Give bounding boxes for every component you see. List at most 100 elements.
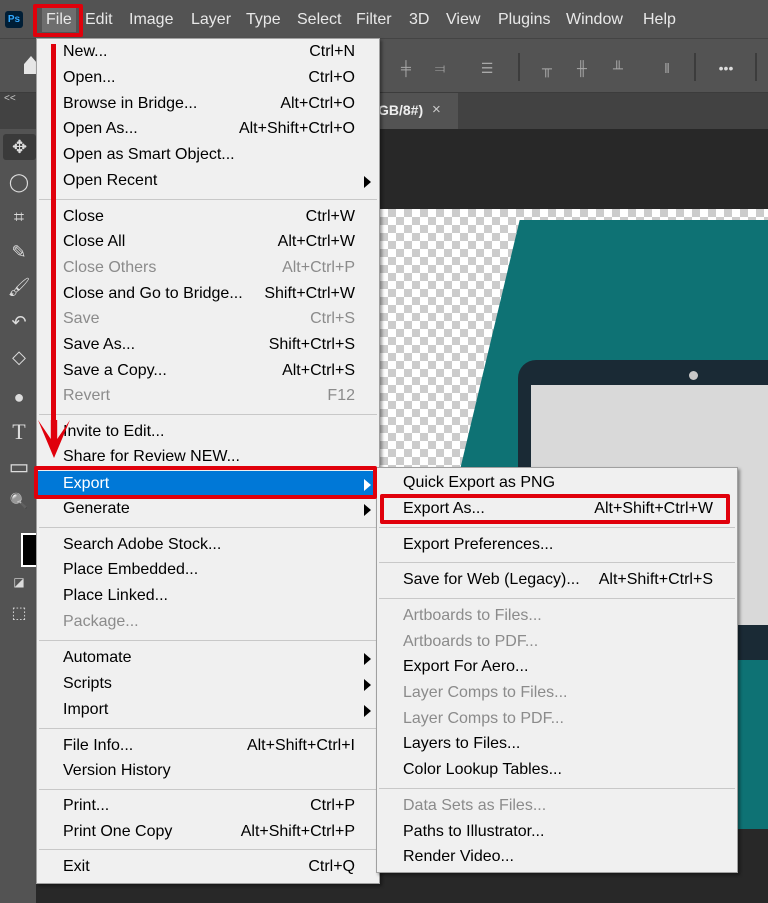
dodge-tool-icon[interactable]: ● bbox=[6, 384, 32, 410]
more-options-icon[interactable]: ••• bbox=[713, 59, 739, 77]
submenu-arrow-icon bbox=[364, 653, 371, 665]
align-middle-icon[interactable]: ╫ bbox=[573, 59, 591, 77]
menu-item-export[interactable]: Export bbox=[37, 471, 379, 497]
menu-item-generate[interactable]: Generate bbox=[37, 496, 379, 522]
file-menu: New... Ctrl+N Open... Ctrl+O Browse in Bri… bbox=[36, 38, 380, 884]
menu-separator bbox=[379, 562, 735, 563]
menu-separator bbox=[379, 527, 735, 528]
menu-item-export-for-aero[interactable]: Export For Aero... bbox=[377, 654, 737, 680]
menu-item-label: Export Preferences... bbox=[403, 536, 554, 553]
menu-item-label: Browse in Bridge... bbox=[63, 95, 198, 112]
menu-item-label: Artboards to PDF... bbox=[403, 633, 539, 650]
menu-item-file-info[interactable]: File Info... Alt+Shift+Ctrl+I bbox=[37, 733, 379, 759]
menu-item-place-linked[interactable]: Place Linked... bbox=[37, 583, 379, 609]
menu-edit[interactable]: Edit bbox=[81, 8, 117, 32]
menu-item-render-video[interactable]: Render Video... bbox=[377, 844, 737, 870]
menu-item-print-one-copy[interactable]: Print One Copy Alt+Shift+Ctrl+P bbox=[37, 819, 379, 845]
rectangle-tool-icon[interactable]: ▭ bbox=[6, 454, 32, 480]
foreground-color-swatch[interactable] bbox=[21, 533, 37, 567]
menu-item-close[interactable]: Close Ctrl+W bbox=[37, 204, 379, 230]
menu-item-close-and-go-to-bridge[interactable]: Close and Go to Bridge... Shift+Ctrl+W bbox=[37, 281, 379, 307]
submenu-arrow-icon bbox=[364, 479, 371, 491]
align-vertical-center-icon[interactable]: ╪ bbox=[397, 59, 415, 77]
menu-3d[interactable]: 3D bbox=[405, 8, 433, 32]
menu-image[interactable]: Image bbox=[125, 8, 177, 32]
eyedropper-tool-icon[interactable]: ✎ bbox=[6, 239, 32, 265]
menu-item-export-preferences[interactable]: Export Preferences... bbox=[377, 532, 737, 558]
align-top-icon[interactable]: ╥ bbox=[538, 59, 556, 77]
menu-type[interactable]: Type bbox=[242, 8, 285, 32]
menu-item-layers-to-files[interactable]: Layers to Files... bbox=[377, 731, 737, 757]
paint-bucket-tool-icon[interactable]: ◇ bbox=[6, 344, 32, 370]
move-tool-icon[interactable]: ✥ bbox=[3, 134, 36, 160]
submenu-arrow-icon bbox=[364, 504, 371, 516]
distribute-vertical-icon[interactable]: ‖ bbox=[658, 59, 676, 77]
menu-item-exit[interactable]: Exit Ctrl+Q bbox=[37, 854, 379, 880]
options-divider bbox=[755, 53, 757, 81]
zoom-tool-icon[interactable]: 🔍 bbox=[6, 489, 32, 515]
menu-item-label: Place Embedded... bbox=[63, 561, 199, 578]
align-bottom-icon[interactable]: ╨ bbox=[609, 59, 627, 77]
photoshop-logo: Ps bbox=[5, 11, 23, 28]
menu-item-paths-to-illustrator[interactable]: Paths to Illustrator... bbox=[377, 819, 737, 845]
menu-item-label: Share for Review NEW... bbox=[63, 448, 240, 465]
menu-item-label: Save bbox=[63, 310, 100, 327]
shortcut-label: Shift+Ctrl+W bbox=[264, 285, 355, 302]
distribute-horizontal-icon[interactable]: ☰ bbox=[478, 59, 496, 77]
menu-filter[interactable]: Filter bbox=[352, 8, 396, 32]
menu-item-close-others: Close Others Alt+Ctrl+P bbox=[37, 255, 379, 281]
quick-mask-icon[interactable]: ⬚ bbox=[6, 601, 32, 627]
menu-item-save-a-copy[interactable]: Save a Copy... Alt+Ctrl+S bbox=[37, 358, 379, 384]
shortcut-label: Alt+Ctrl+P bbox=[282, 259, 355, 276]
annotation-arrow-line bbox=[51, 44, 56, 436]
export-submenu: Quick Export as PNG Export As... Alt+Shif… bbox=[376, 467, 738, 873]
menu-item-close-all[interactable]: Close All Alt+Ctrl+W bbox=[37, 229, 379, 255]
menu-help[interactable]: Help bbox=[639, 8, 680, 32]
menu-item-scripts[interactable]: Scripts bbox=[37, 671, 379, 697]
menu-item-label: Save As... bbox=[63, 336, 136, 353]
menu-view[interactable]: View bbox=[442, 8, 484, 32]
menu-item-label: Search Adobe Stock... bbox=[63, 536, 222, 553]
menu-item-open-recent[interactable]: Open Recent bbox=[37, 168, 379, 194]
menu-bar: Ps File Edit Image Layer Type Select Fil… bbox=[0, 0, 768, 38]
menu-item-label: Place Linked... bbox=[63, 587, 168, 604]
menu-item-package: Package... bbox=[37, 609, 379, 635]
menu-item-import[interactable]: Import bbox=[37, 697, 379, 723]
menu-file[interactable]: File bbox=[42, 8, 76, 32]
menu-item-version-history[interactable]: Version History bbox=[37, 758, 379, 784]
menu-item-open[interactable]: Open... Ctrl+O bbox=[37, 65, 379, 91]
menu-item-save-for-web[interactable]: Save for Web (Legacy)... Alt+Shift+Ctrl+S bbox=[377, 567, 737, 593]
menu-item-print[interactable]: Print... Ctrl+P bbox=[37, 793, 379, 819]
document-tab[interactable]: GB/8#) × bbox=[370, 93, 458, 129]
lasso-tool-icon[interactable]: ◯ bbox=[6, 169, 32, 195]
menu-item-label: Save for Web (Legacy)... bbox=[403, 571, 580, 588]
crop-tool-icon[interactable]: ⌗ bbox=[6, 204, 32, 230]
brush-tool-icon[interactable]: 🖌 bbox=[6, 274, 32, 300]
menu-window[interactable]: Window bbox=[562, 8, 627, 32]
swap-colors-icon[interactable]: ◪ bbox=[6, 569, 32, 595]
menu-layer[interactable]: Layer bbox=[187, 8, 235, 32]
menu-item-open-as[interactable]: Open As... Alt+Shift+Ctrl+O bbox=[37, 116, 379, 142]
menu-plugins[interactable]: Plugins bbox=[494, 8, 554, 32]
menu-item-place-embedded[interactable]: Place Embedded... bbox=[37, 557, 379, 583]
menu-item-share-for-review[interactable]: Share for Review NEW... bbox=[37, 444, 379, 470]
type-tool-icon[interactable]: T bbox=[6, 419, 32, 445]
menu-item-invite-to-edit[interactable]: Invite to Edit... bbox=[37, 419, 379, 445]
menu-item-search-adobe-stock[interactable]: Search Adobe Stock... bbox=[37, 532, 379, 558]
menu-item-label: Exit bbox=[63, 858, 90, 875]
history-brush-tool-icon[interactable]: ↶ bbox=[6, 309, 32, 335]
collapse-panel-icon[interactable]: << bbox=[4, 93, 16, 104]
menu-item-new[interactable]: New... Ctrl+N bbox=[37, 39, 379, 65]
menu-item-export-as[interactable]: Export As... Alt+Shift+Ctrl+W bbox=[377, 496, 737, 522]
menu-item-save-as[interactable]: Save As... Shift+Ctrl+S bbox=[37, 332, 379, 358]
menu-item-quick-export-png[interactable]: Quick Export as PNG bbox=[377, 470, 737, 496]
menu-item-browse-in-bridge[interactable]: Browse in Bridge... Alt+Ctrl+O bbox=[37, 91, 379, 117]
menu-item-label: Version History bbox=[63, 762, 171, 779]
menu-select[interactable]: Select bbox=[293, 8, 345, 32]
menu-item-open-as-smart-object[interactable]: Open as Smart Object... bbox=[37, 142, 379, 168]
menu-item-automate[interactable]: Automate bbox=[37, 645, 379, 671]
menu-item-label: Open As... bbox=[63, 120, 138, 137]
close-tab-icon[interactable]: × bbox=[432, 93, 441, 127]
align-right-icon[interactable]: ⫤ bbox=[431, 59, 449, 77]
menu-item-color-lookup-tables[interactable]: Color Lookup Tables... bbox=[377, 757, 737, 783]
